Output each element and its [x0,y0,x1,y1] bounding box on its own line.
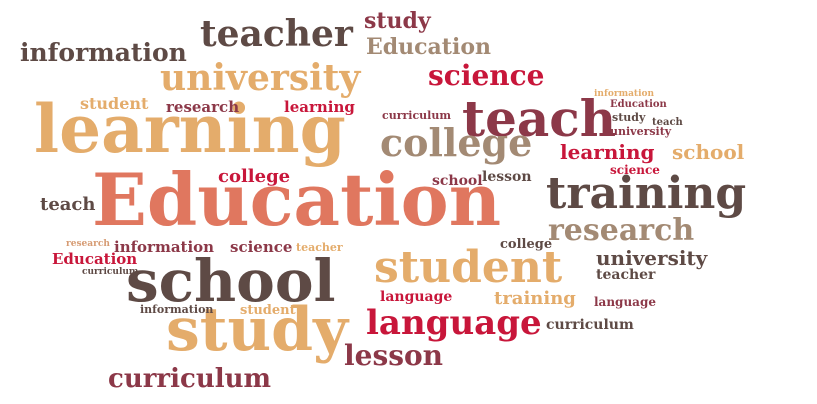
word-teacher: teacher [200,13,353,55]
word-learning-small: learning [284,98,355,116]
word-university-right: university [596,246,708,270]
word-cloud: Education learning school study training… [0,0,817,404]
word-research-left: research [66,239,110,249]
word-college-mid: college [218,166,291,187]
word-lesson: lesson [344,339,444,372]
word-school-mid: school [432,173,483,189]
word-information-bottom: information [140,303,214,316]
word-education-top: Education [366,34,491,60]
word-language-right: language [594,295,656,309]
word-science-right: science [610,163,660,177]
word-information-small: information [594,89,655,99]
word-student: student [80,94,149,113]
word-teacher-mid: teacher [296,241,343,254]
word-college: college [380,120,533,165]
word-research: research [548,213,695,248]
word-research-small: research [166,98,240,116]
word-lesson-mid: lesson [482,169,532,185]
word-university-small: university [610,125,672,138]
word-curriculum-mid: curriculum [382,109,451,122]
word-language: language [366,303,542,343]
word-university: university [160,57,361,99]
word-science-mid: science [230,238,293,256]
word-science: science [428,59,545,92]
word-teach-left: teach [40,194,96,215]
word-curriculum: curriculum [108,364,272,394]
word-language-mid: language [380,289,453,305]
word-learning-right: learning [560,140,655,164]
word-college-right: college [500,237,553,252]
word-training-right: training [494,288,576,309]
word-teacher-right: teacher [596,267,656,283]
word-education-small: Education [610,99,667,110]
word-school-right: school [672,140,745,164]
word-information: information [20,38,187,67]
word-study-top: study [364,8,431,34]
word-information-left: information [114,238,215,256]
word-student-big: student [374,242,563,293]
word-curriculum-left: curriculum [82,267,139,277]
word-student-mid: student [240,303,296,318]
word-training: training [546,168,747,219]
word-study-right: study [612,111,646,124]
word-curriculum-right: curriculum [546,317,634,333]
